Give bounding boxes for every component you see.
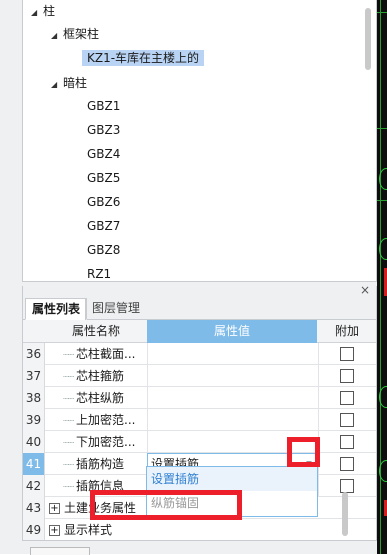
plus-box-icon[interactable]: + — [49, 503, 60, 514]
row-number: 37 — [23, 365, 45, 387]
grid-scrollbar[interactable] — [342, 492, 348, 536]
panel-bottom-bar — [22, 540, 377, 555]
add-cell — [318, 365, 376, 387]
add-checkbox[interactable] — [340, 391, 354, 405]
header-value[interactable]: 属性值 — [147, 320, 317, 343]
header-add[interactable]: 附加 — [318, 320, 376, 343]
tree-item-gbz6[interactable]: GBZ6 — [87, 191, 120, 213]
triangle-down-icon[interactable]: ◢ — [31, 2, 43, 24]
row-number: 39 — [23, 409, 45, 431]
property-name: ┈┈ 下加密范... — [62, 435, 136, 449]
app-frame: ◢ 柱 ◢ 框架柱 KZ1-车库在主楼上的 ◢ 暗柱 GBZ1 GBZ3 GBZ4 G… — [0, 0, 387, 555]
panel-tabs: 属性列表 图层管理 — [23, 298, 376, 320]
close-icon[interactable]: × — [360, 283, 370, 297]
property-name: ┈┈ 芯柱箍筋 — [62, 369, 125, 383]
property-value[interactable] — [147, 343, 317, 365]
property-value[interactable] — [147, 409, 317, 431]
tree-node-root[interactable]: ◢ 柱 — [31, 0, 55, 22]
plus-box-icon[interactable]: + — [49, 525, 60, 536]
dropdown-option[interactable]: 设置插筋 — [147, 467, 317, 491]
add-checkbox[interactable] — [340, 369, 354, 383]
add-checkbox[interactable] — [340, 347, 354, 361]
add-checkbox[interactable] — [340, 413, 354, 427]
panel-titlebar: × — [23, 283, 376, 298]
header-corner — [23, 320, 45, 343]
tree-item-kz1[interactable]: KZ1-车库在主楼上的 — [82, 47, 205, 69]
add-checkbox[interactable] — [340, 435, 354, 449]
canvas-line — [377, 128, 387, 129]
add-cell — [318, 453, 376, 475]
table-row[interactable]: 37 ┈┈ 芯柱箍筋 — [23, 365, 376, 387]
add-cell — [318, 387, 376, 409]
row-number: 36 — [23, 343, 45, 365]
tree-item-gbz3[interactable]: GBZ3 — [87, 119, 120, 141]
property-group-name: + 显示样式 — [49, 523, 113, 537]
row-number: 40 — [23, 431, 45, 453]
canvas-marker — [379, 238, 387, 260]
table-row[interactable]: 36 ┈┈ 芯柱截面... — [23, 343, 376, 365]
row-number: 49 — [23, 519, 45, 541]
canvas-marker — [379, 168, 387, 190]
property-value[interactable] — [147, 365, 317, 387]
row-number: 38 — [23, 387, 45, 409]
row-number: 42 — [23, 475, 45, 497]
tree-item-gbz5[interactable]: GBZ5 — [87, 167, 120, 189]
add-cell — [318, 409, 376, 431]
add-cell — [318, 431, 376, 453]
table-row[interactable]: 40 ┈┈ 下加密范... — [23, 431, 376, 453]
annotation-highlight-box — [90, 490, 242, 520]
tab-property-list[interactable]: 属性列表 — [25, 298, 88, 320]
property-name: ┈┈ 上加密范... — [62, 413, 136, 427]
grid-header: 属性名称 属性值 附加 — [23, 320, 376, 343]
tree-node-kuangjiazhu[interactable]: ◢ 框架柱 — [51, 23, 99, 45]
canvas-marker — [379, 386, 387, 408]
table-row-group[interactable]: 49 + 显示样式 — [23, 519, 376, 541]
row-number: 43 — [23, 497, 45, 519]
property-name: ┈┈ 芯柱截面... — [62, 347, 136, 361]
property-value[interactable] — [147, 387, 317, 409]
canvas-line — [377, 12, 387, 13]
tree-node-anzhu[interactable]: ◢ 暗柱 — [51, 72, 87, 94]
table-row[interactable]: 38 ┈┈ 芯柱纵筋 — [23, 387, 376, 409]
tab-layer-management[interactable]: 图层管理 — [85, 298, 146, 320]
row-number: 41 — [23, 453, 45, 475]
annotation-highlight-box — [287, 437, 320, 467]
tree-item-gbz7[interactable]: GBZ7 — [87, 215, 120, 237]
tree-scrollbar[interactable] — [365, 8, 371, 70]
drawing-canvas-edge — [377, 0, 387, 554]
tree-item-gbz8[interactable]: GBZ8 — [87, 239, 120, 261]
add-cell — [318, 343, 376, 365]
property-name: ┈┈ 插筋构造 — [62, 457, 125, 471]
table-row[interactable]: 39 ┈┈ 上加密范... — [23, 409, 376, 431]
property-name: ┈┈ 芯柱纵筋 — [62, 391, 125, 405]
triangle-down-icon[interactable]: ◢ — [51, 74, 63, 96]
triangle-down-icon[interactable]: ◢ — [51, 25, 63, 47]
tree-item-gbz1[interactable]: GBZ1 — [87, 95, 120, 117]
canvas-marker — [379, 460, 387, 482]
canvas-line — [377, 200, 387, 201]
tree-item-gbz4[interactable]: GBZ4 — [87, 143, 120, 165]
add-checkbox[interactable] — [340, 457, 354, 471]
component-tree: ◢ 柱 ◢ 框架柱 KZ1-车库在主楼上的 ◢ 暗柱 GBZ1 GBZ3 GBZ4 G… — [22, 0, 377, 282]
header-name[interactable]: 属性名称 — [46, 320, 146, 343]
add-checkbox[interactable] — [340, 479, 354, 493]
tree-item-rz1[interactable]: RZ1 — [87, 263, 111, 281]
